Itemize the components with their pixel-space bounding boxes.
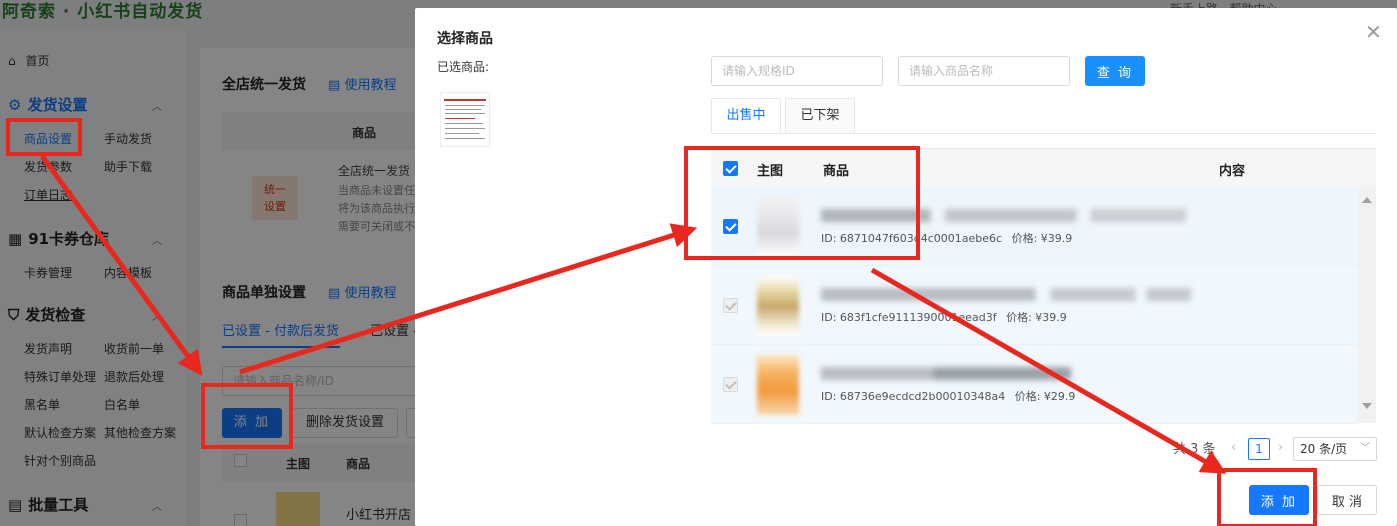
modal-add-button[interactable]: 添 加 — [1249, 485, 1309, 515]
product-name-blurred — [821, 209, 1186, 222]
product-price: 价格: ¥39.9 — [1011, 232, 1073, 245]
product-table: 主图 商品 内容 ID: 6871047f603d4c0001aebe6c 价格… — [711, 148, 1376, 424]
row-checkbox[interactable] — [723, 219, 738, 234]
column-content: 内容 — [1219, 164, 1246, 179]
product-name-input[interactable] — [898, 56, 1070, 86]
prev-page-icon[interactable]: ‹ — [1231, 440, 1236, 455]
column-product: 商品 — [823, 164, 850, 179]
scroll-down-icon[interactable] — [1362, 403, 1372, 409]
page-size-value: 20 条/页 — [1300, 442, 1348, 456]
chevron-down-icon: ﹀ — [1360, 443, 1370, 454]
pagination-total: 共 3 条 — [1173, 442, 1216, 457]
product-price: 价格: ¥29.9 — [1014, 390, 1076, 403]
scroll-up-icon[interactable] — [1362, 197, 1372, 203]
column-image: 主图 — [757, 164, 784, 179]
table-row: ID: 683f1cfe9111390001eead3f 价格: ¥39.9 — [711, 266, 1358, 345]
tab-divider — [711, 133, 1376, 134]
table-header: 主图 商品 内容 — [711, 149, 1376, 187]
tab-off-shelf[interactable]: 已下架 — [785, 98, 855, 134]
page-number[interactable]: 1 — [1248, 438, 1270, 460]
product-thumbnail — [757, 197, 799, 257]
select-all-checkbox[interactable] — [723, 161, 738, 176]
product-thumbnail — [757, 276, 799, 336]
product-thumbnail — [757, 355, 799, 415]
modal-cancel-button[interactable]: 取 消 — [1317, 485, 1377, 515]
selected-products-label: 已选商品: — [437, 60, 490, 74]
next-page-icon[interactable]: › — [1278, 440, 1283, 455]
product-name-blurred — [821, 367, 1071, 380]
page-size-select[interactable]: 20 条/页 ﹀ — [1293, 437, 1377, 461]
product-meta: ID: 6871047f603d4c0001aebe6c 价格: ¥39.9 — [821, 230, 1072, 246]
product-id: ID: 68736e9ecdcd2b00010348a4 — [821, 390, 1006, 403]
product-meta: ID: 683f1cfe9111390001eead3f 价格: ¥39.9 — [821, 309, 1067, 325]
product-price: 价格: ¥39.9 — [1006, 311, 1067, 324]
spec-id-input[interactable] — [711, 56, 883, 86]
selected-product-thumbnail[interactable] — [440, 92, 490, 147]
tab-on-sale[interactable]: 出售中 — [711, 98, 781, 134]
product-name-blurred — [821, 288, 1191, 301]
modal-title: 选择商品 — [437, 31, 493, 47]
product-id: ID: 6871047f603d4c0001aebe6c — [821, 232, 1003, 245]
row-checkbox-disabled — [723, 298, 738, 313]
select-product-modal: 选择商品 ✕ 已选商品: 查 询 出售中 已下架 主图 商品 内容 ID: 68… — [415, 8, 1397, 526]
close-icon[interactable]: ✕ — [1365, 22, 1382, 42]
table-row[interactable]: ID: 6871047f603d4c0001aebe6c 价格: ¥39.9 — [711, 187, 1358, 266]
query-button[interactable]: 查 询 — [1085, 56, 1145, 86]
table-scrollbar[interactable] — [1358, 187, 1376, 423]
product-meta: ID: 68736e9ecdcd2b00010348a4 价格: ¥29.9 — [821, 388, 1075, 404]
table-row: ID: 68736e9ecdcd2b00010348a4 价格: ¥29.9 — [711, 345, 1358, 424]
product-id: ID: 683f1cfe9111390001eead3f — [821, 311, 997, 324]
row-checkbox-disabled — [723, 377, 738, 392]
